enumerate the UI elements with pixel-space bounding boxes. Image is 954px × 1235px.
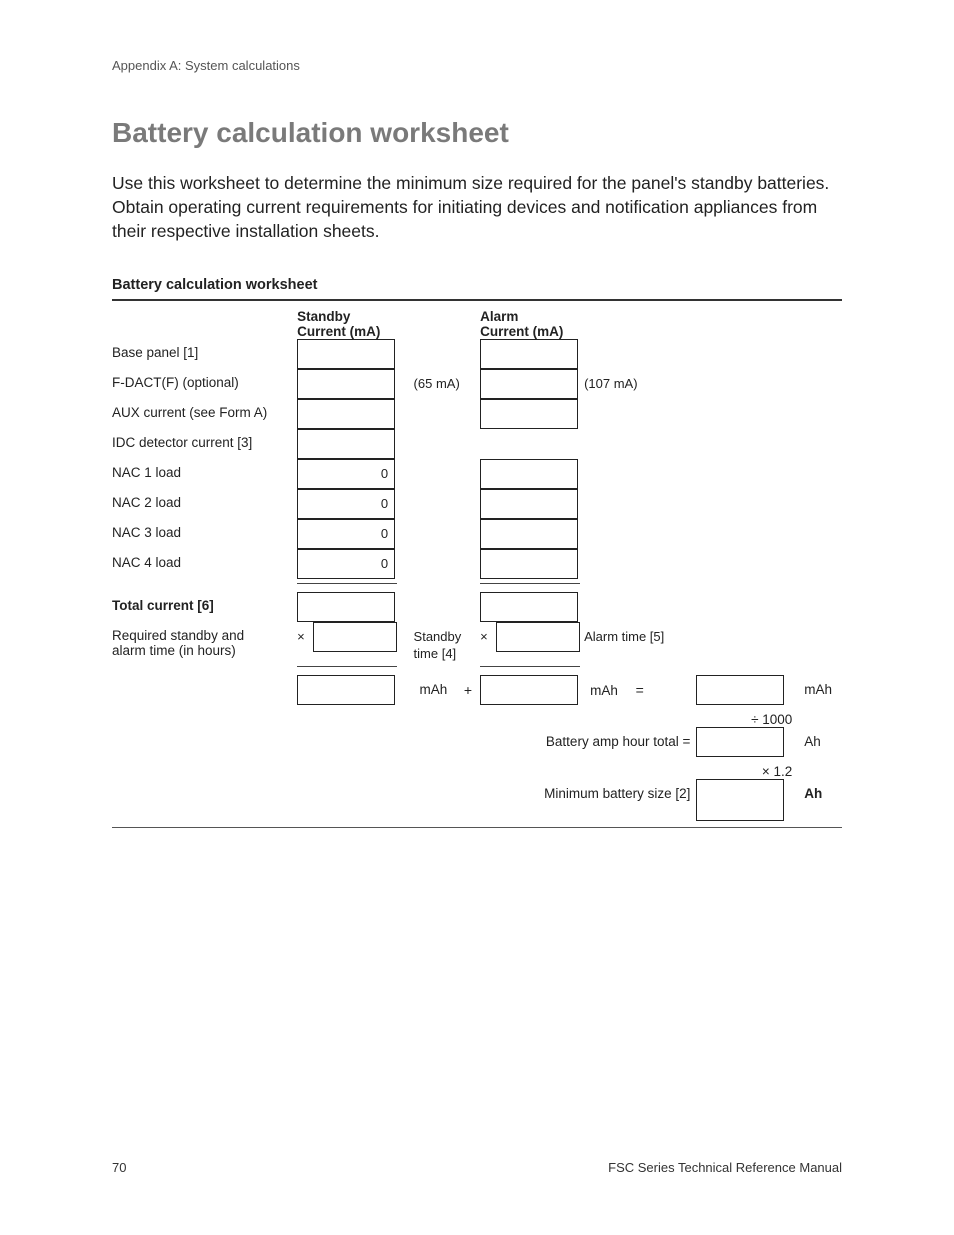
worksheet-table: Standby Current (mA) Alarm Current (mA) … <box>112 309 842 821</box>
ah-unit-bold: Ah <box>798 779 822 801</box>
standby-time-label: Standby time [4] <box>414 622 470 662</box>
standby-mah-input[interactable] <box>297 675 395 705</box>
idc-standby-input[interactable] <box>297 429 395 459</box>
row-total-label: Total current [6] <box>112 592 297 622</box>
nac4-standby-input[interactable]: 0 <box>297 549 395 579</box>
table-title: Battery calculation worksheet <box>112 277 842 293</box>
multiply-icon-2: × <box>480 622 492 644</box>
nac1-alarm-input[interactable] <box>480 459 578 489</box>
fdact-standby-note: (65 mA) <box>414 369 460 391</box>
row-idc-label: IDC detector current [3] <box>112 429 297 459</box>
nac1-standby-input[interactable]: 0 <box>297 459 395 489</box>
col-standby-header: Standby Current (mA) <box>297 309 480 339</box>
base-alarm-input[interactable] <box>480 339 578 369</box>
row-aux-label: AUX current (see Form A) <box>112 399 297 429</box>
row-nac4-label: NAC 4 load <box>112 549 297 579</box>
alarm-mah-unit: mAh <box>584 676 618 698</box>
total-standby-input[interactable] <box>297 592 395 622</box>
nac2-alarm-input[interactable] <box>480 489 578 519</box>
total-mah-input[interactable] <box>696 675 784 705</box>
equals-icon: = <box>622 675 650 698</box>
standby-mah-rule <box>297 666 397 667</box>
total-alarm-input[interactable] <box>480 592 578 622</box>
amp-hour-total-input[interactable] <box>696 727 784 757</box>
page-title: Battery calculation worksheet <box>112 117 842 149</box>
appendix-header: Appendix A: System calculations <box>112 58 842 73</box>
ah-unit: Ah <box>798 727 821 749</box>
nac2-standby-input[interactable]: 0 <box>297 489 395 519</box>
multiply-icon: × <box>297 622 309 644</box>
alarm-mah-rule <box>480 666 580 667</box>
nac3-standby-input[interactable]: 0 <box>297 519 395 549</box>
alarm-time-input[interactable] <box>496 622 580 652</box>
fdact-alarm-input[interactable] <box>480 369 578 399</box>
min-battery-size-label: Minimum battery size [2] <box>480 779 696 821</box>
fdact-standby-input[interactable] <box>297 369 395 399</box>
row-nac1-label: NAC 1 load <box>112 459 297 489</box>
table-bottom-rule <box>112 827 842 828</box>
divide-1000-label: ÷ 1000 <box>696 705 798 727</box>
row-fdact-label: F-DACT(F) (optional) <box>112 369 297 399</box>
multiply-1p2-label: × 1.2 <box>696 757 798 779</box>
alarm-subtotal-rule <box>480 583 580 584</box>
nac3-alarm-input[interactable] <box>480 519 578 549</box>
standby-time-input[interactable] <box>313 622 397 652</box>
standby-subtotal-rule <box>297 583 397 584</box>
page-footer: 70 FSC Series Technical Reference Manual <box>112 1160 842 1175</box>
page-number: 70 <box>112 1160 126 1175</box>
manual-title: FSC Series Technical Reference Manual <box>608 1160 842 1175</box>
nac4-alarm-input[interactable] <box>480 549 578 579</box>
row-base-label: Base panel [1] <box>112 339 297 369</box>
row-required-label: Required standby andalarm time (in hours… <box>112 622 297 662</box>
min-battery-size-input[interactable] <box>696 779 784 821</box>
col-alarm-header: Alarm Current (mA) <box>480 309 696 339</box>
plus-icon: + <box>464 675 480 698</box>
row-nac2-label: NAC 2 load <box>112 489 297 519</box>
intro-paragraph: Use this worksheet to determine the mini… <box>112 171 842 243</box>
alarm-time-label: Alarm time [5] <box>584 622 664 644</box>
alarm-mah-input[interactable] <box>480 675 578 705</box>
fdact-alarm-note: (107 mA) <box>584 369 637 391</box>
standby-mah-unit: mAh <box>414 675 448 697</box>
row-nac3-label: NAC 3 load <box>112 519 297 549</box>
table-top-rule <box>112 299 842 301</box>
amp-hour-total-label: Battery amp hour total = <box>480 727 696 757</box>
aux-alarm-input[interactable] <box>480 399 578 429</box>
base-standby-input[interactable] <box>297 339 395 369</box>
aux-standby-input[interactable] <box>297 399 395 429</box>
total-mah-unit: mAh <box>798 675 832 697</box>
